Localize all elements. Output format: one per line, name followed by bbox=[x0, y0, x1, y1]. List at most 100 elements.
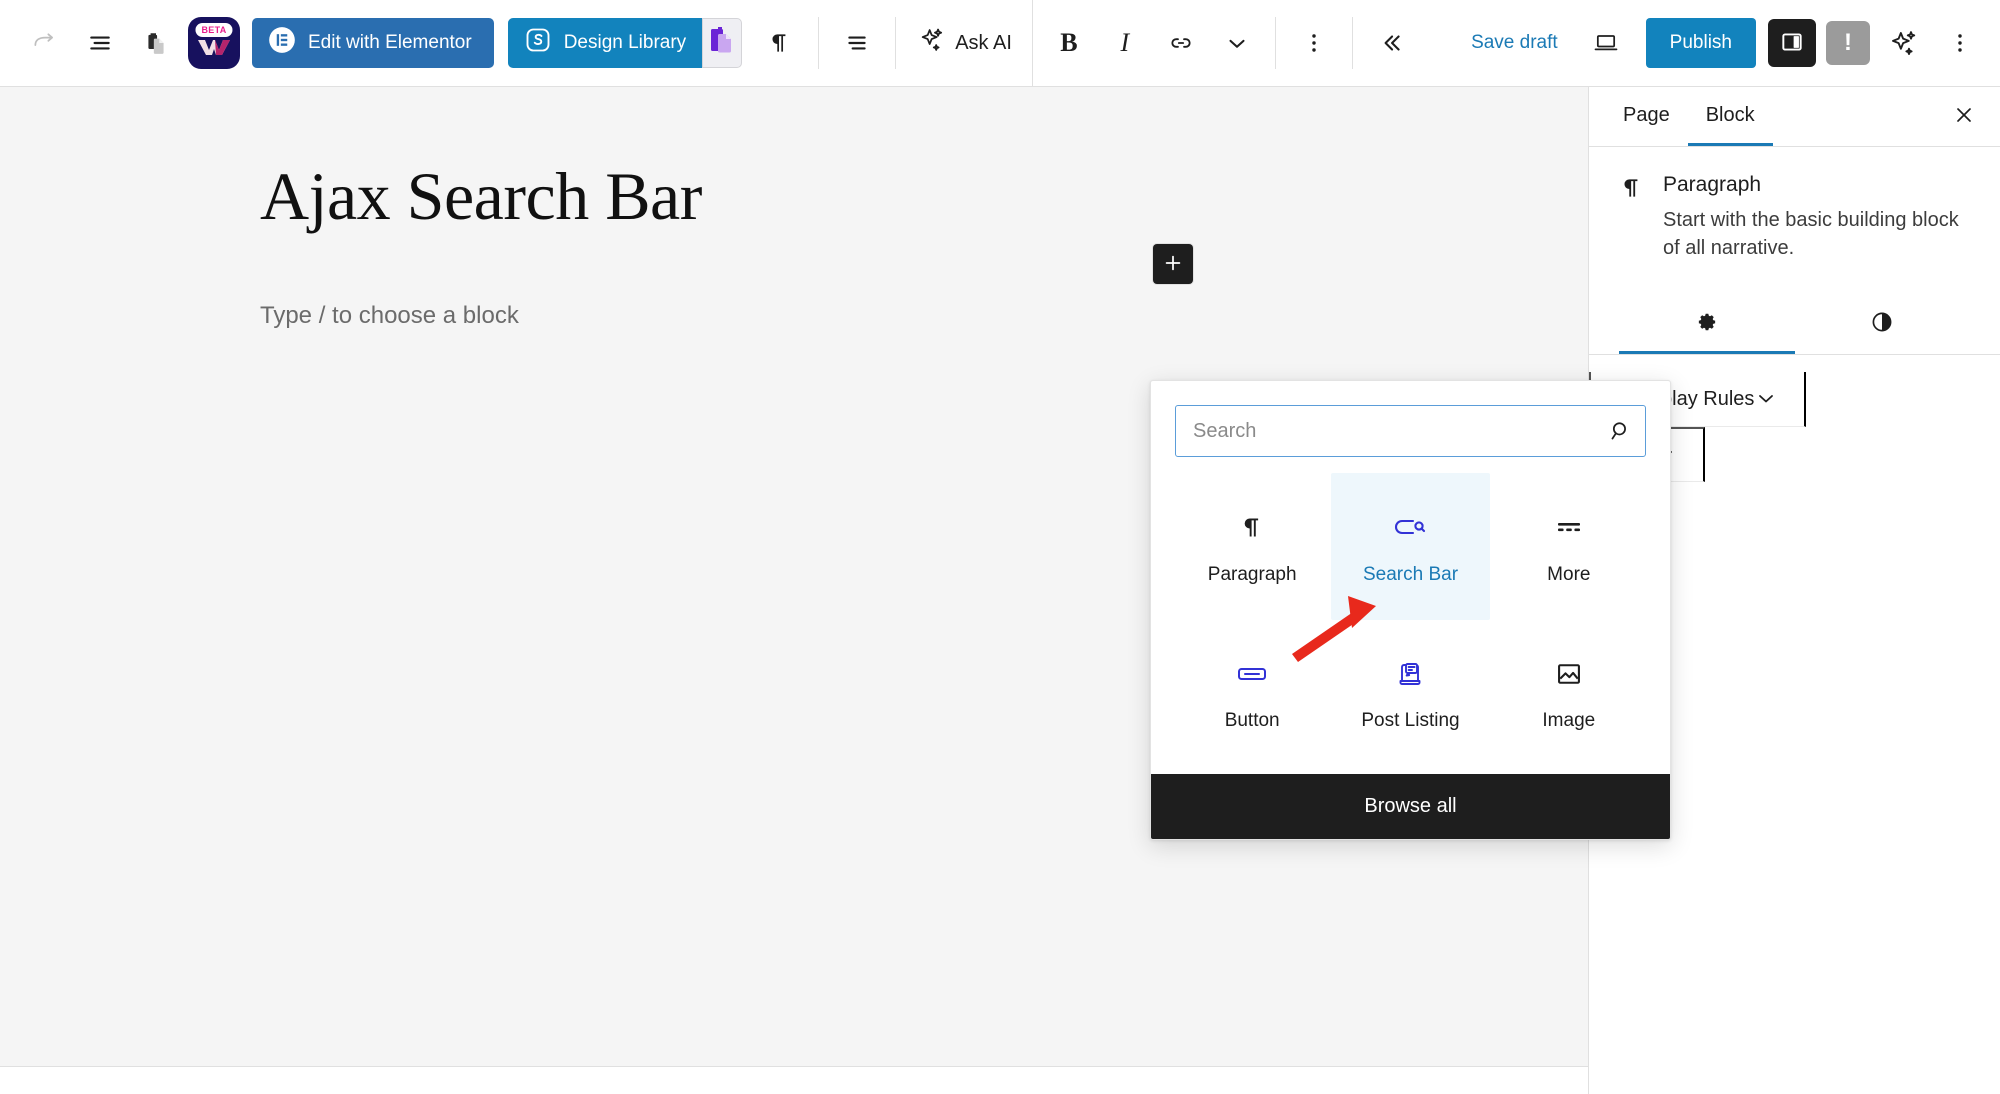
settings-panel-toggle-button[interactable] bbox=[1768, 19, 1816, 67]
ask-ai-label: Ask AI bbox=[955, 32, 1012, 55]
inserter-item-post-listing[interactable]: Post Listing bbox=[1331, 620, 1489, 767]
toolbar-divider-3 bbox=[1032, 0, 1033, 87]
button-icon bbox=[1236, 659, 1268, 689]
sidebar-subtabs bbox=[1589, 296, 2000, 355]
sidebar-block-card: Paragraph Start with the basic building … bbox=[1589, 147, 2000, 262]
notice-button[interactable]: ! bbox=[1826, 21, 1870, 65]
align-left-icon bbox=[844, 30, 870, 56]
ai-assist-button[interactable] bbox=[1876, 15, 1932, 71]
format-more-chevron-button[interactable] bbox=[1209, 15, 1265, 71]
save-draft-button[interactable]: Save draft bbox=[1451, 17, 1578, 69]
design-library-button[interactable]: Design Library bbox=[508, 18, 703, 68]
copy-paste-icon bbox=[143, 30, 169, 56]
sidebar-block-text: Paragraph Start with the basic building … bbox=[1663, 173, 1963, 262]
search-icon[interactable] bbox=[1595, 418, 1645, 444]
bold-icon-label: B bbox=[1060, 28, 1077, 58]
browse-all-button[interactable]: Browse all bbox=[1151, 774, 1670, 839]
ask-ai-button[interactable]: Ask AI bbox=[906, 17, 1024, 69]
sparkles-icon bbox=[918, 26, 946, 60]
toolbar-right-group: Save draft Publish ! bbox=[1451, 0, 2000, 86]
tab-page[interactable]: Page bbox=[1605, 87, 1688, 146]
styles-subtab[interactable] bbox=[1795, 296, 1971, 354]
contrast-icon bbox=[1870, 310, 1894, 337]
editor-options-button[interactable] bbox=[1932, 15, 1988, 71]
toolbar-divider-2 bbox=[895, 17, 896, 69]
bold-button[interactable]: B bbox=[1041, 15, 1097, 71]
template-swatch-button[interactable] bbox=[702, 18, 742, 68]
double-chevron-left-icon bbox=[1378, 30, 1404, 56]
inserter-search-wrap bbox=[1151, 381, 1670, 457]
block-type-description: Start with the basic building block of a… bbox=[1663, 207, 1963, 262]
canvas-content: Ajax Search Bar Type / to choose a block bbox=[0, 87, 1588, 332]
toolbar-divider bbox=[818, 17, 819, 69]
laptop-preview-icon bbox=[1592, 29, 1620, 57]
kebab-menu-icon bbox=[1947, 30, 1973, 56]
inserter-item-image[interactable]: Image bbox=[1490, 620, 1648, 767]
inserter-item-label: Search Bar bbox=[1363, 565, 1458, 584]
align-left-icon-button[interactable] bbox=[829, 15, 885, 71]
page-title[interactable]: Ajax Search Bar bbox=[260, 159, 1588, 234]
image-icon bbox=[1555, 659, 1583, 689]
beta-app-icon-button[interactable]: BETA bbox=[188, 17, 240, 69]
sparkles-icon bbox=[1889, 28, 1919, 58]
chevron-down-icon bbox=[1754, 386, 1778, 413]
close-icon bbox=[1952, 103, 1976, 130]
kebab-menu-icon bbox=[1301, 30, 1327, 56]
pilcrow-icon-button[interactable] bbox=[752, 15, 808, 71]
settings-subtab[interactable] bbox=[1619, 296, 1795, 354]
inserter-search-field[interactable] bbox=[1175, 405, 1646, 457]
inserter-item-more[interactable]: More bbox=[1490, 473, 1648, 620]
inserter-item-label: Button bbox=[1225, 711, 1280, 730]
edit-with-elementor-label: Edit with Elementor bbox=[308, 32, 472, 54]
template-swatch-icon bbox=[709, 26, 735, 61]
inserter-item-label: Paragraph bbox=[1208, 565, 1297, 584]
block-type-title: Paragraph bbox=[1663, 173, 1963, 197]
pilcrow-icon bbox=[1239, 513, 1266, 543]
sidebar-tabs: Page Block bbox=[1589, 87, 2000, 147]
inserter-item-button[interactable]: Button bbox=[1173, 620, 1331, 767]
beta-w-logo-icon bbox=[196, 38, 232, 61]
pilcrow-icon bbox=[767, 30, 793, 56]
inserter-item-paragraph[interactable]: Paragraph bbox=[1173, 473, 1331, 620]
beta-badge: BETA bbox=[195, 23, 232, 37]
copy-paste-icon-button[interactable] bbox=[128, 15, 184, 71]
link-button[interactable] bbox=[1153, 15, 1209, 71]
add-block-button[interactable] bbox=[1153, 244, 1193, 284]
inserter-item-search-bar[interactable]: Search Bar bbox=[1331, 473, 1489, 620]
design-library-label: Design Library bbox=[564, 32, 687, 54]
toolbar-left-group: BETA Edit with Elementor bbox=[0, 0, 1419, 86]
list-view-icon-button[interactable] bbox=[72, 15, 128, 71]
paragraph-block-placeholder[interactable]: Type / to choose a block bbox=[260, 299, 1588, 333]
spectra-s-icon bbox=[524, 26, 552, 60]
list-view-icon bbox=[87, 30, 113, 56]
redo-icon-button[interactable] bbox=[16, 15, 72, 71]
inserter-block-grid: Paragraph Search Bar More bbox=[1151, 457, 1670, 774]
preview-button[interactable] bbox=[1578, 15, 1634, 71]
redo-icon bbox=[31, 30, 57, 56]
post-listing-icon bbox=[1395, 659, 1425, 689]
inserter-item-label: Post Listing bbox=[1361, 711, 1459, 730]
italic-button[interactable]: I bbox=[1097, 15, 1153, 71]
exclamation-icon: ! bbox=[1844, 31, 1852, 55]
more-separator-icon bbox=[1554, 513, 1584, 543]
tab-block[interactable]: Block bbox=[1688, 87, 1773, 146]
publish-button[interactable]: Publish bbox=[1646, 18, 1756, 68]
toolbar-divider-4 bbox=[1275, 17, 1276, 69]
close-sidebar-button[interactable] bbox=[1940, 93, 1988, 141]
search-input[interactable] bbox=[1176, 406, 1595, 456]
toolbar-divider-5 bbox=[1352, 17, 1353, 69]
edit-with-elementor-button[interactable]: Edit with Elementor bbox=[252, 18, 494, 68]
gear-icon bbox=[1695, 310, 1719, 337]
pilcrow-icon bbox=[1619, 173, 1645, 262]
editor-status-bar bbox=[0, 1066, 1588, 1094]
sidebar-toggle-icon bbox=[1779, 29, 1805, 58]
chevron-down-icon bbox=[1224, 30, 1250, 56]
block-options-button[interactable] bbox=[1286, 15, 1342, 71]
italic-icon-label: I bbox=[1121, 28, 1130, 58]
collapse-toolbar-button[interactable] bbox=[1363, 15, 1419, 71]
link-icon bbox=[1168, 30, 1194, 56]
block-inserter-popover: Paragraph Search Bar More bbox=[1150, 380, 1671, 840]
inserter-item-label: Image bbox=[1542, 711, 1595, 730]
search-bar-icon bbox=[1393, 513, 1427, 543]
elementor-icon bbox=[268, 26, 296, 60]
